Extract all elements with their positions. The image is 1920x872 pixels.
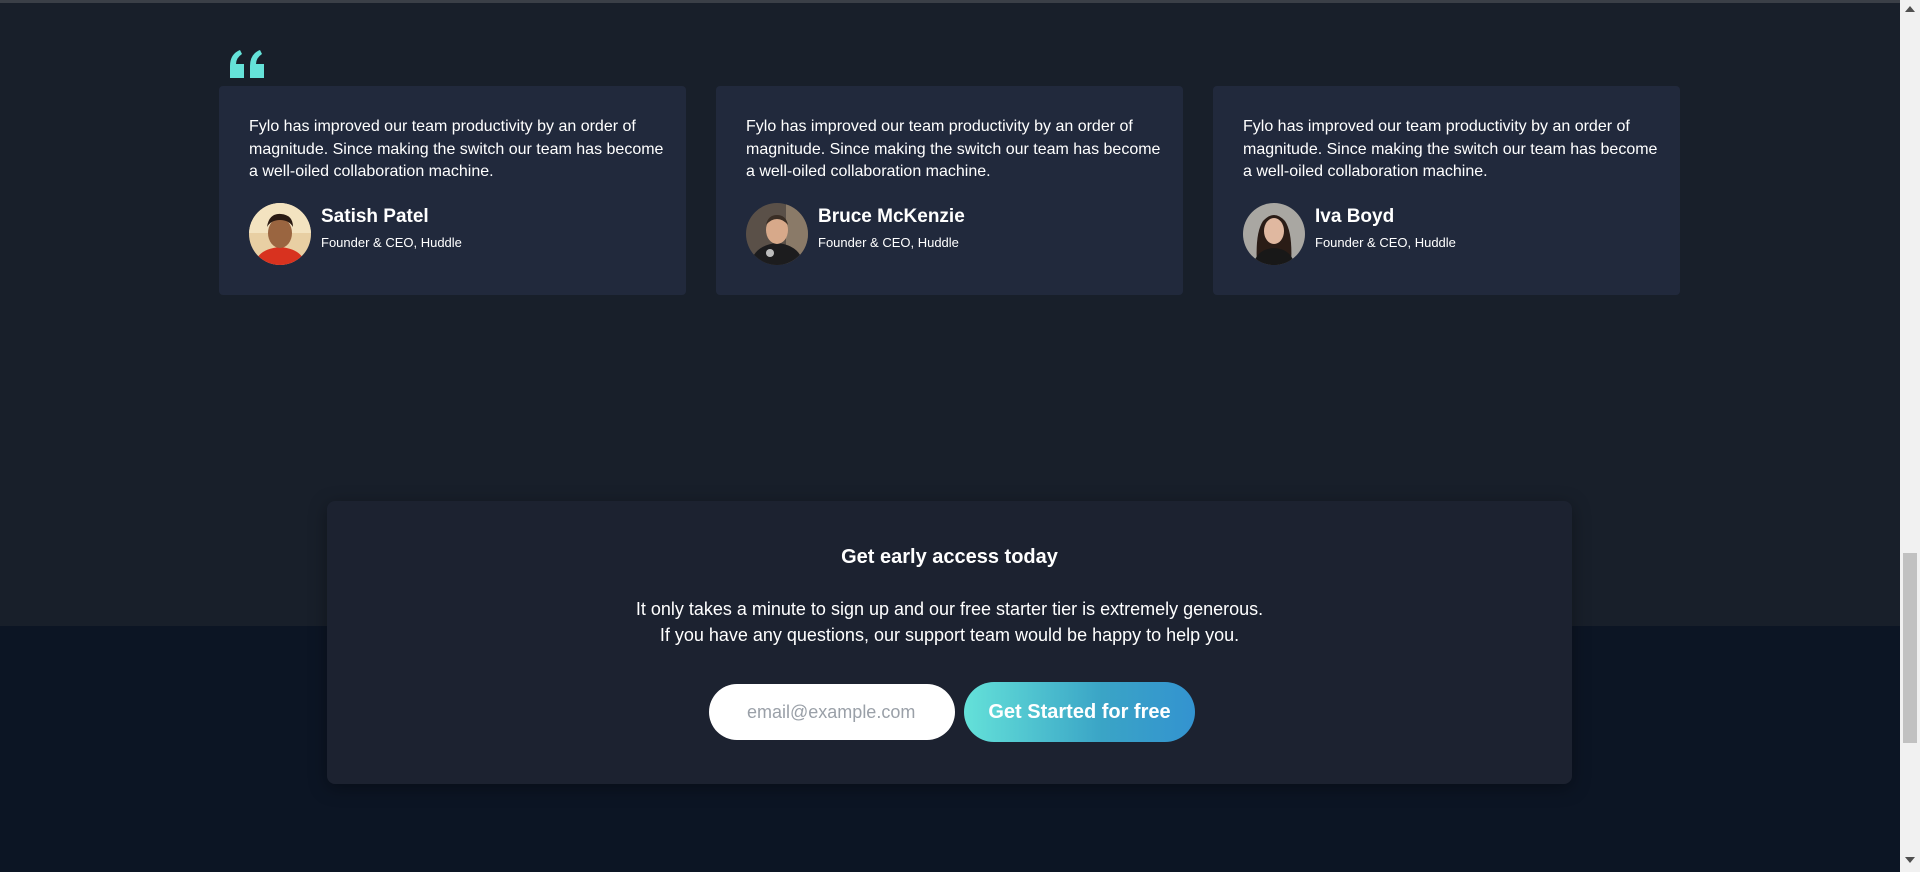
testimonial-card: Fylo has improved our team productivity … xyxy=(716,86,1183,295)
email-input[interactable] xyxy=(709,684,955,740)
testimonial-role: Founder & CEO, Huddle xyxy=(321,235,462,250)
testimonial-card: Fylo has improved our team productivity … xyxy=(1213,86,1680,295)
scroll-down-arrow-icon[interactable] xyxy=(1905,857,1915,863)
satish-patel-avatar xyxy=(249,203,311,265)
testimonial-name: Bruce McKenzie xyxy=(818,206,965,227)
testimonial-card: Fylo has improved our team productivity … xyxy=(219,86,686,295)
scroll-up-arrow-icon[interactable] xyxy=(1905,6,1915,12)
get-started-button[interactable]: Get Started for free xyxy=(964,682,1195,742)
quote-icon xyxy=(230,50,264,78)
testimonial-name: Iva Boyd xyxy=(1315,206,1395,227)
cta-description-line-1: It only takes a minute to sign up and ou… xyxy=(635,599,1264,619)
cta-title: Get early access today xyxy=(841,546,1058,568)
testimonial-role: Founder & CEO, Huddle xyxy=(1315,235,1456,250)
testimonial-quote: Fylo has improved our team productivity … xyxy=(249,118,664,180)
testimonial-name: Satish Patel xyxy=(321,206,429,227)
testimonial-quote: Fylo has improved our team productivity … xyxy=(746,118,1161,180)
bruce-mckenzie-avatar xyxy=(746,203,808,265)
cta-description: It only takes a minute to sign up and ou… xyxy=(327,596,1572,648)
iva-boyd-avatar xyxy=(1243,203,1305,265)
early-access-panel: Get early access today It only takes a m… xyxy=(327,501,1572,784)
cta-description-line-2: If you have any questions, our support t… xyxy=(659,625,1240,645)
scrollbar-thumb[interactable] xyxy=(1903,553,1917,743)
testimonial-quote: Fylo has improved our team productivity … xyxy=(1243,118,1658,180)
testimonial-role: Founder & CEO, Huddle xyxy=(818,235,959,250)
scrollbar[interactable] xyxy=(1900,0,1920,872)
